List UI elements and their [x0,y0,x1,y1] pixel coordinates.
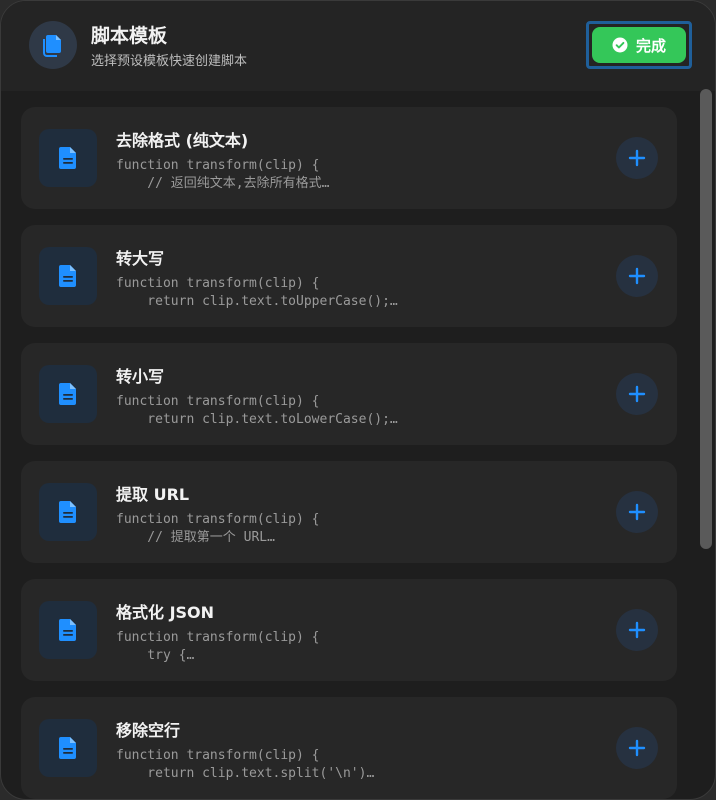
scrollbar-thumb[interactable] [700,89,712,549]
template-name: 转小写 [116,367,165,386]
template-card-remove-format[interactable]: 去除格式 (纯文本) function transform(clip) { //… [21,107,677,209]
template-card-extract-url[interactable]: 提取 URL function transform(clip) { // 提取第… [21,461,677,563]
plus-icon [628,503,646,521]
document-icon [39,601,97,659]
template-name: 转大写 [116,249,165,268]
script-templates-window: 脚本模板 选择预设模板快速创建脚本 完成 去除格式 (纯文本) function… [0,0,716,800]
template-card-uppercase[interactable]: 转大写 function transform(clip) { return cl… [21,225,677,327]
template-name: 移除空行 [116,721,181,740]
template-name: 去除格式 (纯文本) [116,131,249,150]
plus-icon [628,385,646,403]
document-icon [39,247,97,305]
document-icon [39,719,97,777]
page-title: 脚本模板 [91,25,168,47]
checkmark-circle-icon [612,37,628,53]
document-icon [39,129,97,187]
add-template-button[interactable] [616,727,658,769]
done-button-focus-ring: 完成 [586,21,692,69]
scrollbar[interactable] [700,89,712,799]
plus-icon [628,267,646,285]
plus-icon [628,149,646,167]
template-card-remove-empty-lines[interactable]: 移除空行 function transform(clip) { return c… [21,697,677,799]
template-code-preview: function transform(clip) { return clip.t… [116,394,398,427]
add-template-button[interactable] [616,137,658,179]
header: 脚本模板 选择预设模板快速创建脚本 完成 [1,1,715,91]
template-name: 提取 URL [116,485,190,504]
add-template-button[interactable] [616,609,658,651]
template-code-preview: function transform(clip) { return clip.t… [116,748,375,781]
add-template-button[interactable] [616,255,658,297]
document-icon [39,365,97,423]
page-subtitle: 选择预设模板快速创建脚本 [91,54,248,69]
template-code-preview: function transform(clip) { try {… [116,630,320,663]
document-stack-icon [29,21,77,69]
plus-icon [628,739,646,757]
template-code-preview: function transform(clip) { return clip.t… [116,276,398,309]
template-name: 格式化 JSON [116,603,215,622]
template-card-lowercase[interactable]: 转小写 function transform(clip) { return cl… [21,343,677,445]
template-card-format-json[interactable]: 格式化 JSON function transform(clip) { try … [21,579,677,681]
plus-icon [628,621,646,639]
template-code-preview: function transform(clip) { // 提取第一个 URL… [116,512,320,545]
done-label: 完成 [635,36,666,55]
done-button[interactable]: 完成 [592,27,686,63]
add-template-button[interactable] [616,491,658,533]
template-code-preview: function transform(clip) { // 返回纯文本,去除所有… [116,158,330,191]
add-template-button[interactable] [616,373,658,415]
document-icon [39,483,97,541]
